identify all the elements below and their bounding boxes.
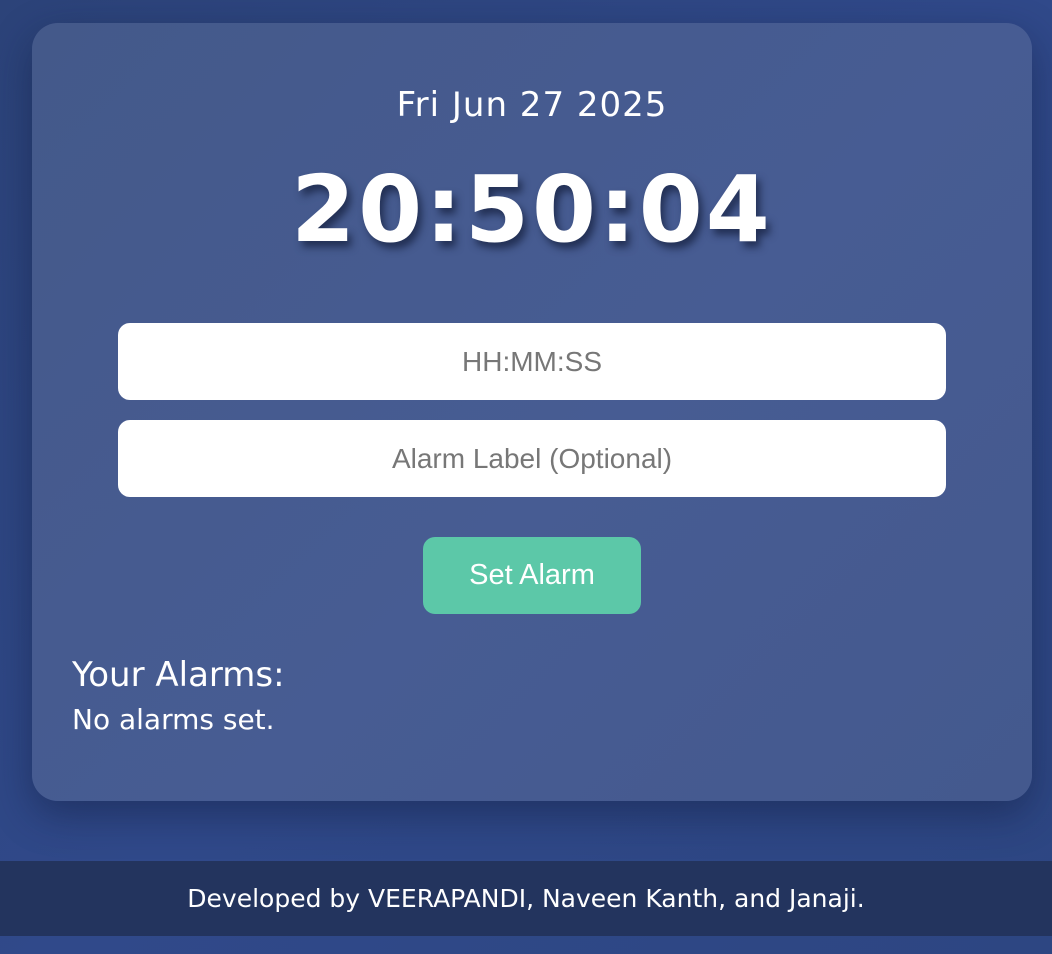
current-date: Fri Jun 27 2025 xyxy=(396,85,668,125)
alarm-clock-card: Fri Jun 27 2025 20:50:04 Set Alarm Your … xyxy=(32,23,1032,801)
page: Fri Jun 27 2025 20:50:04 Set Alarm Your … xyxy=(0,0,1052,954)
set-alarm-button[interactable]: Set Alarm xyxy=(423,537,641,614)
alarm-time-input[interactable] xyxy=(118,323,946,400)
alarm-label-input[interactable] xyxy=(118,420,946,497)
footer-credit: Developed by VEERAPANDI, Naveen Kanth, a… xyxy=(187,884,865,913)
alarms-heading: Your Alarms: xyxy=(72,655,285,695)
alarms-empty-message: No alarms set. xyxy=(72,703,275,736)
current-time: 20:50:04 xyxy=(291,156,773,263)
footer: Developed by VEERAPANDI, Naveen Kanth, a… xyxy=(0,861,1052,936)
